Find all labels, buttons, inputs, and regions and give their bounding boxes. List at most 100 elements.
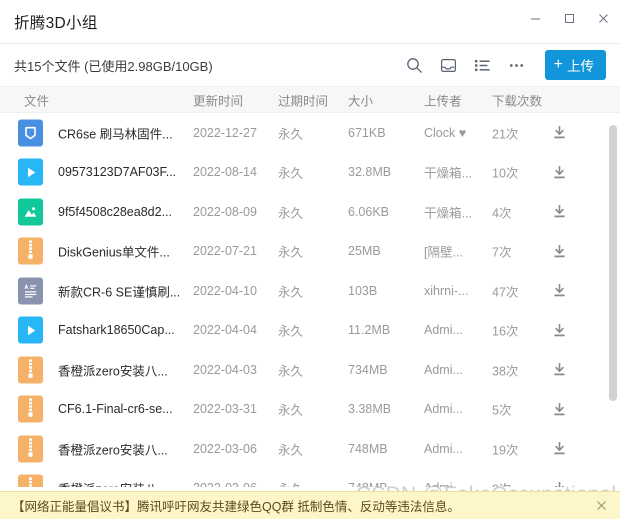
file-updated-time: 2022-08-14 <box>193 165 257 180</box>
file-name[interactable]: 9f5f4508c28ea8d2... <box>58 205 172 219</box>
zip-file-icon <box>18 435 43 463</box>
file-type-icon <box>18 158 43 186</box>
file-name[interactable]: CF6.1-Final-cr6-se... <box>58 402 173 416</box>
file-type-icon <box>18 474 43 487</box>
file-name[interactable]: 香橙派zero安装八... <box>58 479 168 487</box>
download-icon[interactable] <box>548 161 570 183</box>
file-list[interactable]: CR6se 刷马林固件... 2022-12-27 永久 671KB Clock ♥ 21… <box>0 113 620 487</box>
file-name[interactable]: 香橙派zero安装八... <box>58 360 168 379</box>
qq-group-files-window: 折腾3D小组 共15个文件 (已使用2.98GB/10GB) + 上传 文件 更… <box>0 0 620 519</box>
file-size: 6.06KB <box>348 204 390 219</box>
file-uploader: xihrni-... <box>424 283 469 298</box>
file-type-icon <box>18 237 43 265</box>
download-icon[interactable] <box>548 319 570 341</box>
file-updated-time: 2022-08-09 <box>193 204 257 219</box>
file-expire-time: 永久 <box>278 127 304 142</box>
plus-icon: + <box>553 56 563 73</box>
download-icon[interactable] <box>548 477 570 487</box>
download-icon[interactable] <box>548 359 570 381</box>
file-type-icon <box>18 277 43 305</box>
file-uploader: 干燥箱... <box>424 166 472 181</box>
file-size: 671KB <box>348 125 386 140</box>
file-expire-time: 永久 <box>278 324 304 339</box>
file-size: 748MB <box>348 441 388 456</box>
file-type-icon <box>18 316 43 344</box>
file-uploader: 干燥箱... <box>424 206 472 221</box>
file-uploader: Admi... <box>424 481 463 487</box>
video-file-icon <box>18 158 43 186</box>
file-updated-time: 2022-12-27 <box>193 125 257 140</box>
file-expire-time: 永久 <box>278 285 304 300</box>
table-row[interactable]: 9f5f4508c28ea8d2... 2022-08-09 永久 6.06KB 干燥箱… <box>0 192 620 232</box>
table-row[interactable]: CF6.1-Final-cr6-se... 2022-03-31 永久 3.38MB A… <box>0 390 620 430</box>
title-bar: 折腾3D小组 <box>0 0 620 44</box>
file-name[interactable]: CR6se 刷马林固件... <box>58 123 173 142</box>
file-download-count: 9次 <box>492 479 511 487</box>
file-updated-time: 2022-04-10 <box>193 283 257 298</box>
file-updated-time: 2022-03-31 <box>193 402 257 417</box>
column-header-uploader[interactable]: 上传者 <box>424 90 462 109</box>
file-name[interactable]: 新款CR-6 SE谨慎刷... <box>58 281 180 300</box>
upload-button[interactable]: + 上传 <box>544 50 606 80</box>
file-download-count: 7次 <box>492 245 512 260</box>
file-name[interactable]: 09573123D7AF03F... <box>58 165 176 179</box>
inbox-icon[interactable] <box>433 50 465 80</box>
file-type-icon <box>18 395 43 423</box>
table-row[interactable]: 香橙派zero安装八... 2022-03-06 永久 748MB Admi... 9次 <box>0 469 620 487</box>
download-icon[interactable] <box>548 398 570 420</box>
file-rows-container: CR6se 刷马林固件... 2022-12-27 永久 671KB Clock ♥ 21… <box>0 113 620 487</box>
column-header-expires[interactable]: 过期时间 <box>278 90 328 109</box>
file-type-icon <box>18 198 43 226</box>
file-uploader: Admi... <box>424 402 463 417</box>
search-icon[interactable] <box>399 50 431 80</box>
file-uploader: [隔壁... <box>424 245 463 260</box>
download-icon[interactable] <box>548 240 570 262</box>
file-expire-time: 永久 <box>278 479 303 487</box>
file-download-count: 47次 <box>492 285 519 300</box>
table-row[interactable]: 09573123D7AF03F... 2022-08-14 永久 32.8MB 干燥箱.… <box>0 153 620 193</box>
table-row[interactable]: 新款CR-6 SE谨慎刷... 2022-04-10 永久 103B xihrni-..… <box>0 271 620 311</box>
file-uploader: Admi... <box>424 441 463 456</box>
file-download-count: 4次 <box>492 206 512 221</box>
download-icon[interactable] <box>548 201 570 223</box>
zip-file-icon <box>18 395 43 423</box>
close-icon[interactable] <box>586 3 620 33</box>
more-icon[interactable] <box>501 50 533 80</box>
close-icon[interactable] <box>592 497 610 515</box>
column-header-size[interactable]: 大小 <box>348 90 373 109</box>
file-uploader: Clock ♥ <box>424 125 467 140</box>
list-view-icon[interactable] <box>467 50 499 80</box>
file-size: 25MB <box>348 244 381 259</box>
file-size: 3.38MB <box>348 402 392 417</box>
file-updated-time: 2022-04-03 <box>193 362 257 377</box>
file-size: 11.2MB <box>348 323 391 338</box>
file-download-count: 19次 <box>492 443 519 458</box>
column-header-updated[interactable]: 更新时间 <box>193 90 243 109</box>
file-updated-time: 2022-04-04 <box>193 323 257 338</box>
list-scrollbar[interactable] <box>609 113 617 487</box>
file-size: 748MB <box>348 481 388 487</box>
table-row[interactable]: 香橙派zero安装八... 2022-03-06 永久 748MB Admi... 19次 <box>0 429 620 469</box>
file-name[interactable]: DiskGenius单文件... <box>58 242 170 261</box>
file-expire-time: 永久 <box>278 245 304 260</box>
download-icon[interactable] <box>548 438 570 460</box>
file-name[interactable]: Fatshark18650Cap... <box>58 323 175 337</box>
scrollbar-thumb[interactable] <box>609 125 617 401</box>
file-type-icon <box>18 119 43 147</box>
column-header-downloads[interactable]: 下载次数 <box>492 90 542 109</box>
table-row[interactable]: DiskGenius单文件... 2022-07-21 永久 25MB [隔壁... 7次 <box>0 232 620 272</box>
minimize-icon[interactable] <box>518 3 552 33</box>
table-row[interactable]: 香橙派zero安装八... 2022-04-03 永久 734MB Admi... 38次 <box>0 350 620 390</box>
zip-file-icon <box>18 356 43 384</box>
download-icon[interactable] <box>548 280 570 302</box>
file-download-count: 21次 <box>492 127 519 142</box>
column-header-file[interactable]: 文件 <box>24 90 49 109</box>
file-name[interactable]: 香橙派zero安装八... <box>58 439 168 458</box>
maximize-icon[interactable] <box>552 3 586 33</box>
table-row[interactable]: CR6se 刷马林固件... 2022-12-27 永久 671KB Clock ♥ 21… <box>0 113 620 153</box>
table-row[interactable]: Fatshark18650Cap... 2022-04-04 永久 11.2MB Adm… <box>0 311 620 351</box>
upload-button-label: 上传 <box>567 59 594 74</box>
download-icon[interactable] <box>548 122 570 144</box>
file-download-count: 10次 <box>492 166 519 181</box>
file-expire-time: 永久 <box>278 166 304 181</box>
